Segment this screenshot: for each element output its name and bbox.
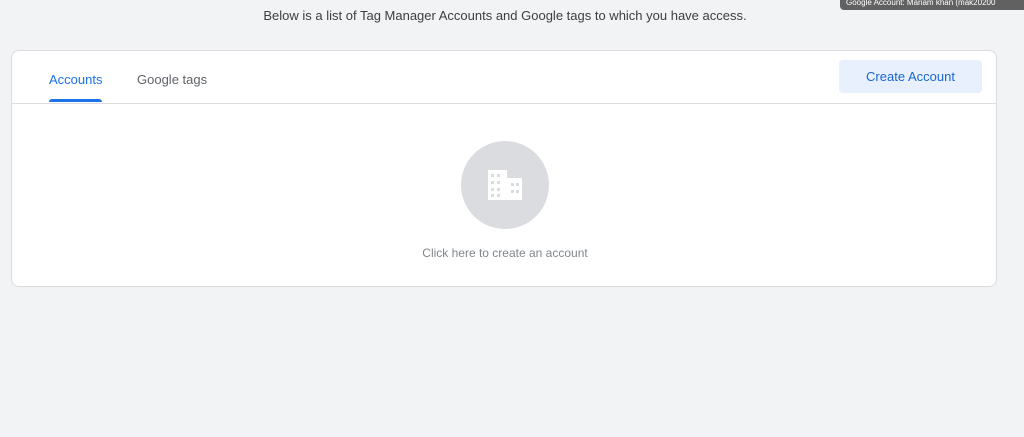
tabs-bar: Accounts Google tags Create Account — [12, 51, 996, 104]
empty-state[interactable]: Click here to create an account — [12, 141, 998, 260]
create-account-button[interactable]: Create Account — [839, 60, 982, 93]
building-icon — [488, 170, 522, 200]
tab-google-tags[interactable]: Google tags — [137, 51, 207, 102]
page-intro-text: Below is a list of Tag Manager Accounts … — [263, 8, 747, 23]
tab-accounts[interactable]: Accounts — [49, 51, 103, 102]
create-account-link[interactable]: Click here to create an account — [12, 246, 998, 260]
accounts-card: Accounts Google tags Create Account Clic… — [11, 50, 997, 287]
empty-state-icon-circle[interactable] — [461, 141, 549, 229]
